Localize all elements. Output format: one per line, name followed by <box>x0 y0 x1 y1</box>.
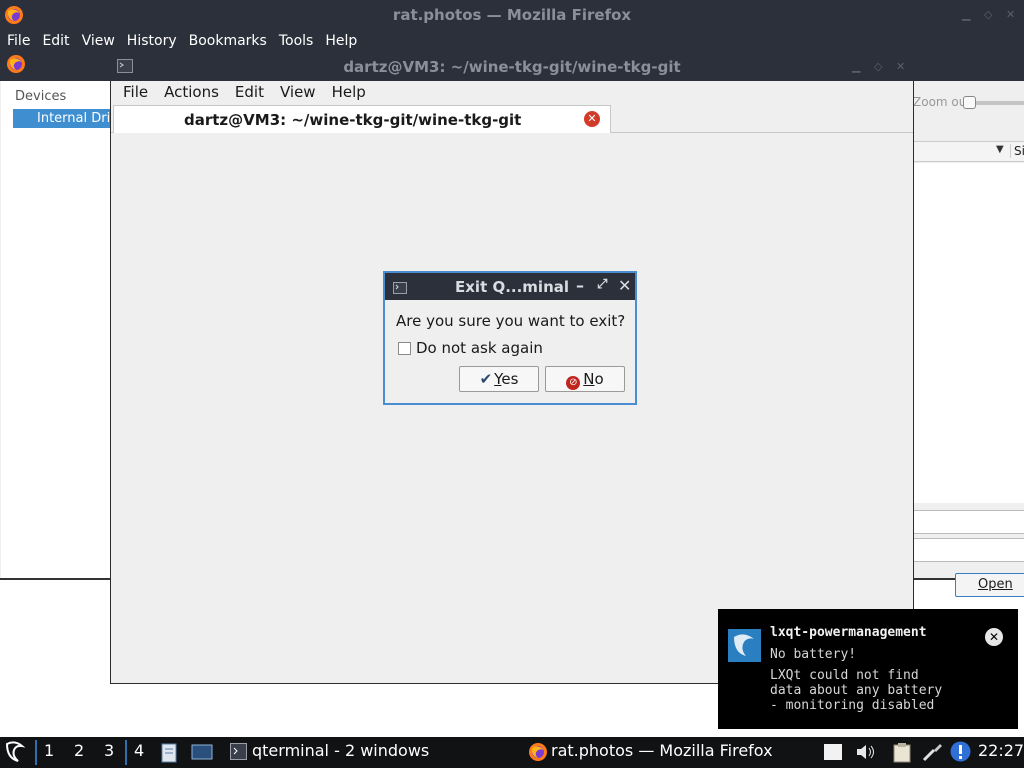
notification-body-line: LXQt could not find <box>770 668 919 683</box>
menu-file[interactable]: File <box>123 83 148 101</box>
yes-button[interactable]: ✔ Yes <box>459 366 539 392</box>
menu-bookmarks[interactable]: Bookmarks <box>189 33 267 49</box>
firefox-logo-icon <box>4 5 24 29</box>
close-icon[interactable]: ✕ <box>618 276 631 295</box>
exit-confirm-dialog: Exit Q...minal – ⤢ ✕ Are you sure you wa… <box>383 271 637 405</box>
menu-edit[interactable]: Edit <box>42 33 69 49</box>
notification-summary: No battery! <box>770 647 857 662</box>
power-management-icon <box>728 629 761 662</box>
taskbar: 1 2 3 4 qterminal - 2 windows rat.photos… <box>0 737 1024 768</box>
cancel-icon: ⊘ <box>566 376 581 390</box>
exit-question-text: Are you sure you want to exit? <box>396 312 626 330</box>
menu-view[interactable]: View <box>82 33 115 49</box>
no-button[interactable]: ⊘ No <box>545 366 625 392</box>
notification-app-name: lxqt-powermanagement <box>770 625 927 640</box>
desktop-separator <box>125 740 127 765</box>
desktop-2-button[interactable]: 2 <box>74 741 84 760</box>
desktop-1-button[interactable]: 1 <box>44 741 54 760</box>
menu-help[interactable]: Help <box>332 83 366 101</box>
clock[interactable]: 22:27 <box>978 741 1024 760</box>
close-icon[interactable]: ✕ <box>896 60 905 73</box>
filename-field[interactable] <box>913 510 1024 534</box>
column-header[interactable]: ▼ Size <box>913 141 1024 162</box>
terminal-icon <box>117 59 133 77</box>
firefox-menubar: File Edit View History Bookmarks Tools H… <box>0 30 1024 52</box>
no-label: o <box>594 370 604 388</box>
terminal-tab-bar: dartz@VM3: ~/wine-tkg-git/wine-tkg-git ✕ <box>111 104 913 133</box>
menu-view[interactable]: View <box>280 83 316 101</box>
notepad-icon[interactable] <box>823 743 843 765</box>
volume-icon[interactable] <box>855 742 877 766</box>
terminal-window-title: dartz@VM3: ~/wine-tkg-git/wine-tkg-git <box>343 57 681 76</box>
notification-close-icon[interactable]: ✕ <box>985 628 1003 646</box>
sidebar-item-internal-drive[interactable]: Internal Drive <box>13 109 111 128</box>
desktop-separator <box>35 740 37 765</box>
notification-body-line: - monitoring disabled <box>770 698 935 713</box>
maximize-icon[interactable]: ⤢ <box>597 277 607 292</box>
terminal-menubar: File Actions Edit View Help <box>111 81 913 103</box>
desktop-3-button[interactable]: 3 <box>104 741 114 760</box>
desktop-4-button[interactable]: 4 <box>134 741 144 760</box>
menu-file[interactable]: File <box>7 33 30 49</box>
exit-dialog-title: Exit Q...minal <box>455 278 570 296</box>
tab-label: dartz@VM3: ~/wine-tkg-git/wine-tkg-git <box>184 111 522 129</box>
maximize-icon[interactable]: ◇ <box>874 60 882 73</box>
file-dialog-right-pane: Zoom out ▼ Size Open <box>913 81 1024 597</box>
notification-body-line: data about any battery <box>770 683 943 698</box>
firefox-logo-icon <box>528 742 548 766</box>
firefox-logo-icon <box>6 54 26 78</box>
terminal-icon <box>393 280 407 298</box>
sort-arrow-icon[interactable]: ▼ <box>996 144 1004 155</box>
devices-heading: Devices <box>15 89 67 104</box>
do-not-ask-label[interactable]: Do not ask again <box>416 339 543 357</box>
file-list[interactable] <box>913 163 1024 503</box>
terminal-titlebar[interactable]: dartz@VM3: ~/wine-tkg-git/wine-tkg-git ▁… <box>110 52 914 81</box>
open-button[interactable]: Open <box>955 573 1024 597</box>
yes-label: es <box>501 370 519 388</box>
firefox-titlebar[interactable]: rat.photos — Mozilla Firefox ▁ ◇ ✕ <box>0 0 1024 30</box>
notification-popup[interactable]: lxqt-powermanagement No battery! LXQt co… <box>718 609 1018 729</box>
clipboard-icon[interactable] <box>892 742 912 767</box>
terminal-tab[interactable]: dartz@VM3: ~/wine-tkg-git/wine-tkg-git ✕ <box>113 105 611 133</box>
filter-field[interactable] <box>913 538 1024 562</box>
tab-close-icon[interactable]: ✕ <box>584 111 600 127</box>
firefox-window-title: rat.photos — Mozilla Firefox <box>392 6 632 24</box>
exit-dialog-titlebar[interactable]: Exit Q...minal – ⤢ ✕ <box>385 273 635 300</box>
size-column-header[interactable]: Size <box>1010 144 1024 158</box>
minimize-icon[interactable]: ▁ <box>962 8 970 21</box>
update-notifier-icon[interactable] <box>950 741 971 766</box>
maximize-icon[interactable]: ◇ <box>984 8 992 21</box>
zoom-slider-track[interactable] <box>971 101 1024 105</box>
task-qterminal[interactable]: qterminal - 2 windows <box>252 741 429 760</box>
show-desktop-icon[interactable] <box>191 744 213 764</box>
zoom-slider-handle[interactable] <box>963 96 976 109</box>
checkmark-icon: ✔ <box>479 370 493 388</box>
network-icon[interactable] <box>922 742 944 766</box>
menu-help[interactable]: Help <box>325 33 357 49</box>
no-mnemonic: N <box>583 370 595 388</box>
main-menu-icon[interactable] <box>4 740 26 768</box>
menu-history[interactable]: History <box>127 33 177 49</box>
file-manager-icon[interactable] <box>161 743 177 767</box>
do-not-ask-checkbox[interactable] <box>398 342 411 355</box>
menu-tools[interactable]: Tools <box>279 33 314 49</box>
minimize-icon[interactable]: ▁ <box>852 60 860 73</box>
menu-actions[interactable]: Actions <box>164 83 219 101</box>
menu-edit[interactable]: Edit <box>235 83 264 101</box>
close-icon[interactable]: ✕ <box>1006 8 1015 21</box>
terminal-icon <box>230 743 247 764</box>
places-sidebar <box>1 81 111 578</box>
task-firefox[interactable]: rat.photos — Mozilla Firefox <box>551 741 773 760</box>
minimize-icon[interactable]: – <box>576 276 584 295</box>
